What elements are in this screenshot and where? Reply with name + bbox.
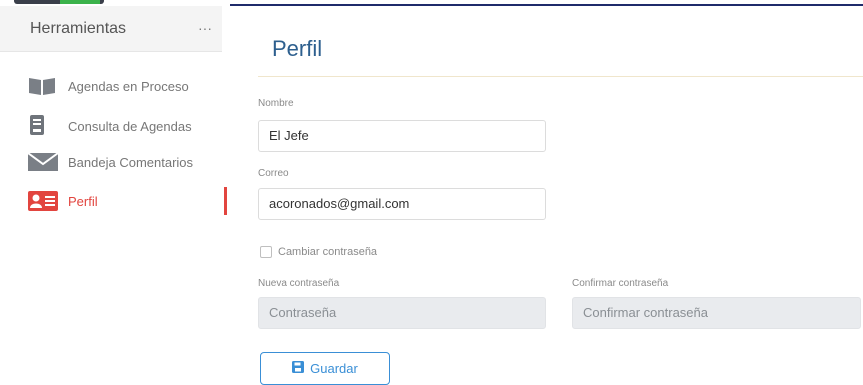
book-icon bbox=[28, 75, 58, 97]
sidebar-item-agendas-en-proceso[interactable]: Agendas en Proceso bbox=[28, 72, 224, 100]
sidebar-item-consulta-de-agendas[interactable]: Consulta de Agendas bbox=[28, 112, 224, 140]
sidebar-item-bandeja-comentarios[interactable]: Bandeja Comentarios bbox=[28, 148, 224, 176]
profile-card-icon bbox=[28, 190, 58, 212]
sidebar-item-label: Consulta de Agendas bbox=[68, 118, 192, 134]
document-icon bbox=[28, 115, 58, 137]
save-button-label: Guardar bbox=[310, 361, 358, 376]
active-indicator bbox=[224, 187, 227, 215]
save-button[interactable]: Guardar bbox=[260, 352, 390, 385]
correo-label: Correo bbox=[258, 168, 289, 179]
sidebar: Herramientas ··· Agendas en Proceso Cons… bbox=[0, 6, 230, 385]
nombre-input[interactable]: El Jefe bbox=[258, 120, 546, 152]
nueva-contrasena-label: Nueva contraseña bbox=[258, 278, 340, 289]
sidebar-item-label: Perfil bbox=[68, 193, 98, 209]
confirmar-contrasena-label: Confirmar contraseña bbox=[572, 278, 669, 289]
save-icon bbox=[292, 360, 305, 378]
sidebar-item-label: Bandeja Comentarios bbox=[68, 154, 194, 170]
nombre-label: Nombre bbox=[258, 98, 294, 109]
main-content: Perfil Nombre El Jefe Correo acoronados@… bbox=[230, 6, 863, 385]
cambiar-contrasena-row[interactable]: Cambiar contraseña bbox=[260, 246, 377, 258]
cambiar-contrasena-checkbox[interactable] bbox=[260, 246, 272, 258]
sidebar-title: Herramientas bbox=[30, 20, 127, 37]
sidebar-more-button[interactable]: ··· bbox=[198, 20, 212, 36]
confirmar-contrasena-input[interactable]: Confirmar contraseña bbox=[572, 297, 861, 329]
correo-input[interactable]: acoronados@gmail.com bbox=[258, 188, 546, 220]
top-bar-accent bbox=[60, 0, 100, 4]
sidebar-header: Herramientas ··· bbox=[0, 6, 222, 52]
sidebar-item-label: Agendas en Proceso bbox=[68, 78, 189, 94]
title-divider bbox=[258, 76, 863, 77]
envelope-icon bbox=[28, 151, 58, 173]
nueva-contrasena-input[interactable]: Contraseña bbox=[258, 297, 546, 329]
sidebar-item-perfil[interactable]: Perfil bbox=[28, 187, 224, 215]
cambiar-contrasena-label: Cambiar contraseña bbox=[278, 246, 378, 258]
page-title: Perfil bbox=[272, 36, 323, 61]
